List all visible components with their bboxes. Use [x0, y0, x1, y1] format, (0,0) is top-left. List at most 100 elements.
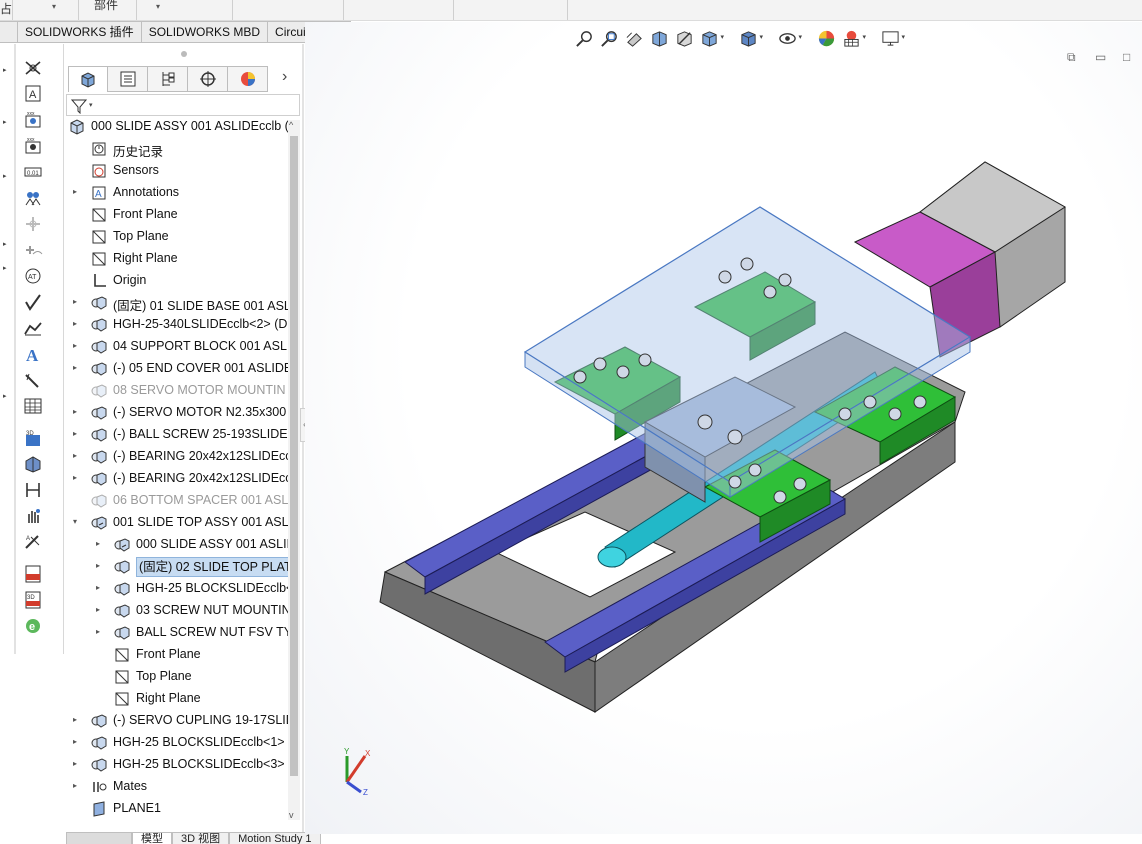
tab-scroll-buttons[interactable] — [66, 832, 132, 844]
view-orientation-icon[interactable]: ▾ — [697, 27, 724, 49]
tab-model[interactable]: 模型 — [132, 832, 172, 844]
pdf-export-icon[interactable] — [22, 564, 44, 584]
dropdown-arrow[interactable]: ▾ — [156, 2, 160, 11]
display-manager-tab[interactable] — [228, 66, 268, 92]
tree-scrollbar[interactable]: ^ v — [288, 120, 300, 820]
tree-item[interactable]: ▸ 04 SUPPORT BLOCK 001 ASLII — [66, 336, 288, 358]
assembly-model-render[interactable] — [375, 152, 1075, 772]
edit-appearance-icon[interactable] — [814, 27, 839, 49]
tree-item[interactable]: Right Plane — [66, 688, 288, 710]
tab-solidworks-addins[interactable]: SOLIDWORKS 插件 — [18, 21, 142, 43]
tree-root[interactable]: 000 SLIDE ASSY 001 ASLIDEcclb ( — [66, 116, 288, 138]
tree-item[interactable]: PLANE1 — [66, 798, 288, 820]
tree-item[interactable]: ▸ (固定) 02 SLIDE TOP PLATE — [66, 556, 288, 578]
tree-item[interactable]: Right Plane — [66, 248, 288, 270]
expand-arrow-icon[interactable]: ▸ — [70, 319, 80, 329]
tree-item[interactable]: ▸ HGH-25 BLOCKSLIDEcclb<3> — [66, 754, 288, 776]
tab-overflow[interactable] — [0, 21, 18, 43]
tree-item[interactable]: ▸ A Annotations — [66, 182, 288, 204]
tabs-next-arrow[interactable]: › — [282, 68, 287, 86]
tree-item[interactable]: ▸ (-) BEARING 20x42x12SLIDEcc — [66, 446, 288, 468]
section-view-icon[interactable] — [647, 27, 672, 49]
hand-icon[interactable] — [22, 506, 44, 526]
tree-item[interactable]: ▸ (-) SERVO CUPLING 19-17SLID — [66, 710, 288, 732]
expand-arrow-icon[interactable]: ▸ — [70, 737, 80, 747]
tree-item[interactable]: ▸ HGH-25 BLOCKSLIDEcclb<1> — [66, 732, 288, 754]
tree-item[interactable]: Sensors — [66, 160, 288, 182]
tree-item[interactable]: ▸ (-) 05 END COVER 001 ASLIDE — [66, 358, 288, 380]
expand-arrow-icon[interactable]: ▸ — [93, 561, 103, 571]
tile-window-icon[interactable]: ▭ — [1095, 50, 1106, 64]
camera-section-icon[interactable]: xxx — [22, 110, 44, 130]
move-component-icon[interactable] — [22, 214, 44, 234]
tree-item[interactable]: 历史记录 — [66, 138, 288, 160]
expand-arrow-icon[interactable]: ▸ — [70, 407, 80, 417]
detail-icon[interactable]: 0.01 — [22, 162, 44, 182]
text-icon[interactable]: A — [22, 344, 44, 364]
zoom-to-fit-icon[interactable] — [572, 27, 597, 49]
expand-arrow-icon[interactable]: ▸ — [70, 187, 80, 197]
3d-pdf-icon[interactable]: 3D — [22, 590, 44, 610]
feature-tree-tab[interactable] — [68, 66, 108, 92]
tab-solidworks-mbd[interactable]: SOLIDWORKS MBD — [141, 21, 269, 43]
show-hidden-icon[interactable] — [22, 240, 44, 260]
tree-item[interactable]: Front Plane — [66, 644, 288, 666]
tree-item[interactable]: ▸ (固定) 01 SLIDE BASE 001 ASLI — [66, 292, 288, 314]
dynamic-annotation-icon[interactable] — [672, 27, 697, 49]
property-manager-tab[interactable] — [108, 66, 148, 92]
funnel-icon[interactable] — [71, 98, 87, 114]
note-icon[interactable]: A — [22, 84, 44, 104]
expand-arrow-icon[interactable]: ▸ — [70, 451, 80, 461]
expand-arrow-icon[interactable]: ▸ — [70, 429, 80, 439]
tree-item[interactable]: Origin — [66, 270, 288, 292]
maximize-window-icon[interactable]: □ — [1123, 50, 1130, 64]
display-style-icon[interactable]: ▾ — [736, 27, 763, 49]
expand-arrow-icon[interactable]: ▸ — [70, 297, 80, 307]
scroll-up-arrow[interactable]: ^ — [289, 120, 293, 130]
expand-arrow-icon[interactable]: ▸ — [93, 583, 103, 593]
configuration-manager-tab[interactable] — [148, 66, 188, 92]
expand-arrow-icon[interactable]: ▸ — [70, 715, 80, 725]
view-settings-icon[interactable]: ▾ — [878, 27, 905, 49]
tree-item[interactable]: ▸ 03 SCREW NUT MOUNTIN — [66, 600, 288, 622]
collapse-arrow-icon[interactable]: ▾ — [70, 517, 80, 527]
tree-item[interactable]: ▸ (-) BEARING 20x42x12SLIDEcc — [66, 468, 288, 490]
tree-item[interactable]: ▸ (-) SERVO MOTOR N2.35x300 — [66, 402, 288, 424]
mate-reference-icon[interactable] — [22, 188, 44, 208]
expand-arrow-icon[interactable]: ▸ — [70, 473, 80, 483]
sketch-check-icon[interactable] — [22, 292, 44, 312]
tree-item[interactable]: ▸ (-) BALL SCREW 25-193SLIDEc — [66, 424, 288, 446]
dropdown-arrow[interactable]: ▾ — [52, 2, 56, 11]
flyout-arrow[interactable]: ▸ — [3, 392, 7, 400]
smart-dimension-icon[interactable] — [22, 58, 44, 78]
pencil-draw-icon[interactable] — [22, 370, 44, 390]
render-3d-icon[interactable]: 3D — [22, 428, 44, 448]
flyout-arrow[interactable]: ▸ — [3, 240, 7, 248]
flyout-arrow[interactable]: ▸ — [3, 264, 7, 272]
expand-arrow-icon[interactable]: ▸ — [93, 539, 103, 549]
tree-item[interactable]: ▸ HGH-25-340LSLIDEcclb<2> (D — [66, 314, 288, 336]
restore-window-icon[interactable]: ⧉ — [1067, 50, 1076, 65]
exploded-view-icon[interactable] — [22, 454, 44, 474]
curve-icon[interactable] — [22, 318, 44, 338]
tree-item[interactable]: Top Plane — [66, 226, 288, 248]
scroll-down-arrow[interactable]: v — [289, 810, 294, 820]
tree-item[interactable]: ▸ Mates — [66, 776, 288, 798]
tab-3d-views[interactable]: 3D 视图 — [172, 832, 230, 844]
expand-arrow-icon[interactable]: ▸ — [93, 627, 103, 637]
expand-arrow-icon[interactable]: ▸ — [70, 759, 80, 769]
zoom-to-area-icon[interactable] — [597, 27, 622, 49]
flyout-arrow[interactable]: ▸ — [3, 118, 7, 126]
filter-dropdown-arrow[interactable]: ▾ — [89, 101, 93, 109]
expand-arrow-icon[interactable]: ▸ — [70, 781, 80, 791]
tree-item[interactable]: 06 BOTTOM SPACER 001 ASLI — [66, 490, 288, 512]
tree-filter[interactable]: ▾ — [66, 94, 300, 116]
flyout-arrow[interactable]: ▸ — [3, 66, 7, 74]
tree-item[interactable]: ▸ BALL SCREW NUT FSV TYP — [66, 622, 288, 644]
dimxpert-tab[interactable] — [188, 66, 228, 92]
mirror-icon[interactable] — [22, 480, 44, 500]
table-icon[interactable] — [22, 396, 44, 416]
panel-grip[interactable] — [181, 51, 187, 57]
graphics-area[interactable]: ▾ ▾ ▾ ▾ ▾ ⧉ ▭ □ Y X Z — [305, 22, 1142, 834]
expand-arrow-icon[interactable]: ▸ — [70, 363, 80, 373]
